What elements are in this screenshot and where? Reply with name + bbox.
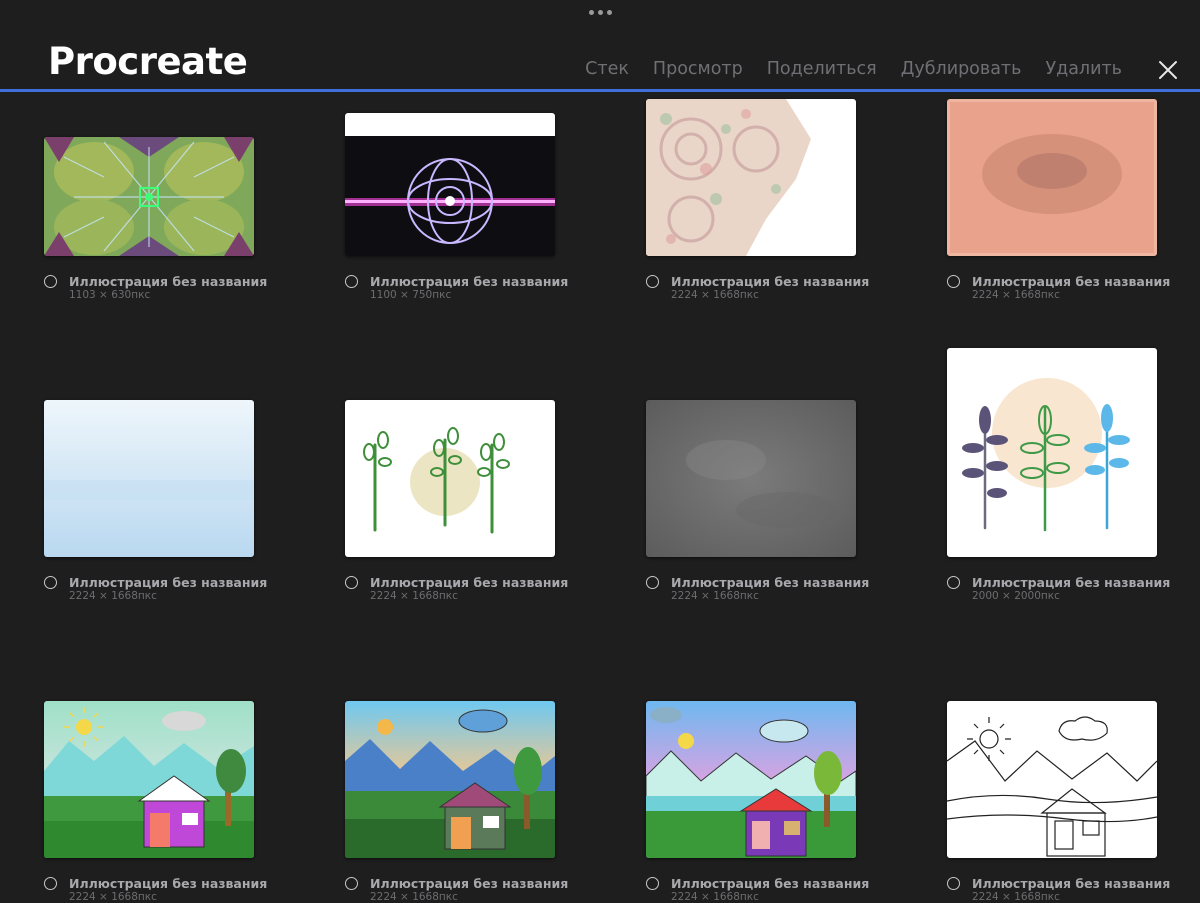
close-icon[interactable] xyxy=(1157,59,1179,81)
artwork-title: Иллюстрация без названия xyxy=(370,876,569,891)
artwork-title: Иллюстрация без названия xyxy=(972,876,1171,891)
artwork-dimensions: 2224 × 1668пкс xyxy=(370,590,458,602)
artwork-thumbnail[interactable] xyxy=(646,701,856,858)
artwork-thumbnail[interactable] xyxy=(646,400,856,557)
artwork-card[interactable]: Иллюстрация без названия 2224 × 1668пкс xyxy=(345,397,590,602)
artwork-dimensions: 2224 × 1668пкс xyxy=(671,289,759,301)
artwork-card[interactable]: Иллюстрация без названия 1100 × 750пкс xyxy=(345,96,590,301)
more-options-icon[interactable] xyxy=(589,10,612,15)
select-radio[interactable] xyxy=(947,877,960,890)
artwork-dimensions: 2224 × 1668пкс xyxy=(972,289,1060,301)
artwork-title: Иллюстрация без названия xyxy=(69,575,268,590)
artwork-thumbnail[interactable] xyxy=(646,99,856,256)
app-title: Procreate xyxy=(48,40,248,83)
artwork-dimensions: 2224 × 1668пкс xyxy=(69,891,157,903)
artwork-thumbnail[interactable] xyxy=(947,348,1157,557)
share-button[interactable]: Поделиться xyxy=(767,59,877,79)
stack-button[interactable]: Стек xyxy=(585,59,629,79)
artwork-thumbnail[interactable] xyxy=(947,701,1157,858)
select-radio[interactable] xyxy=(646,576,659,589)
select-radio[interactable] xyxy=(345,576,358,589)
artwork-card[interactable]: Иллюстрация без названия 2224 × 1668пкс xyxy=(646,96,891,301)
artwork-title: Иллюстрация без названия xyxy=(370,274,569,289)
artwork-dimensions: 2224 × 1668пкс xyxy=(671,891,759,903)
artwork-title: Иллюстрация без названия xyxy=(671,274,870,289)
delete-button[interactable]: Удалить xyxy=(1045,59,1122,79)
artwork-dimensions: 2224 × 1668пкс xyxy=(69,590,157,602)
select-radio[interactable] xyxy=(44,275,57,288)
artwork-card[interactable]: Иллюстрация без названия 2224 × 1668пкс xyxy=(646,698,891,903)
artwork-title: Иллюстрация без названия xyxy=(972,274,1171,289)
selection-mode-bar xyxy=(0,89,1200,92)
artwork-title: Иллюстрация без названия xyxy=(370,575,569,590)
artwork-thumbnail[interactable] xyxy=(44,701,254,858)
artwork-dimensions: 2000 × 2000пкс xyxy=(972,590,1060,602)
artwork-title: Иллюстрация без названия xyxy=(671,575,870,590)
select-radio[interactable] xyxy=(947,275,960,288)
artwork-dimensions: 2224 × 1668пкс xyxy=(370,891,458,903)
artwork-thumbnail[interactable] xyxy=(947,99,1157,256)
artwork-dimensions: 1103 × 630пкс xyxy=(69,289,151,301)
artwork-title: Иллюстрация без названия xyxy=(69,274,268,289)
duplicate-button[interactable]: Дублировать xyxy=(901,59,1022,79)
select-radio[interactable] xyxy=(947,576,960,589)
select-radio[interactable] xyxy=(646,275,659,288)
artwork-title: Иллюстрация без названия xyxy=(972,575,1171,590)
artwork-card[interactable]: Иллюстрация без названия 2224 × 1668пкс xyxy=(345,698,590,903)
artwork-title: Иллюстрация без названия xyxy=(69,876,268,891)
artwork-card[interactable]: Иллюстрация без названия 2224 × 1668пкс xyxy=(44,397,289,602)
select-radio[interactable] xyxy=(646,877,659,890)
artwork-card[interactable]: Иллюстрация без названия 2224 × 1668пкс xyxy=(646,397,891,602)
select-radio[interactable] xyxy=(44,576,57,589)
select-radio[interactable] xyxy=(44,877,57,890)
artwork-card[interactable]: Иллюстрация без названия 2224 × 1668пкс xyxy=(44,698,289,903)
artwork-card[interactable]: Иллюстрация без названия 2000 × 2000пкс xyxy=(947,348,1192,602)
artwork-card[interactable]: Иллюстрация без названия 2224 × 1668пкс xyxy=(947,698,1192,903)
toolbar: Стек Просмотр Поделиться Дублировать Уда… xyxy=(585,59,1122,79)
artwork-dimensions: 1100 × 750пкс xyxy=(370,289,452,301)
preview-button[interactable]: Просмотр xyxy=(653,59,743,79)
artwork-thumbnail[interactable] xyxy=(345,701,555,858)
artwork-card[interactable]: Иллюстрация без названия 2224 × 1668пкс xyxy=(947,96,1192,301)
select-radio[interactable] xyxy=(345,275,358,288)
artwork-thumbnail[interactable] xyxy=(44,400,254,557)
artwork-card[interactable]: Иллюстрация без названия 1103 × 630пкс xyxy=(44,96,289,301)
select-radio[interactable] xyxy=(345,877,358,890)
artwork-thumbnail[interactable] xyxy=(345,113,555,256)
artwork-thumbnail[interactable] xyxy=(345,400,555,557)
artwork-thumbnail[interactable] xyxy=(44,137,254,256)
artwork-title: Иллюстрация без названия xyxy=(671,876,870,891)
artwork-dimensions: 2224 × 1668пкс xyxy=(671,590,759,602)
artwork-dimensions: 2224 × 1668пкс xyxy=(972,891,1060,903)
